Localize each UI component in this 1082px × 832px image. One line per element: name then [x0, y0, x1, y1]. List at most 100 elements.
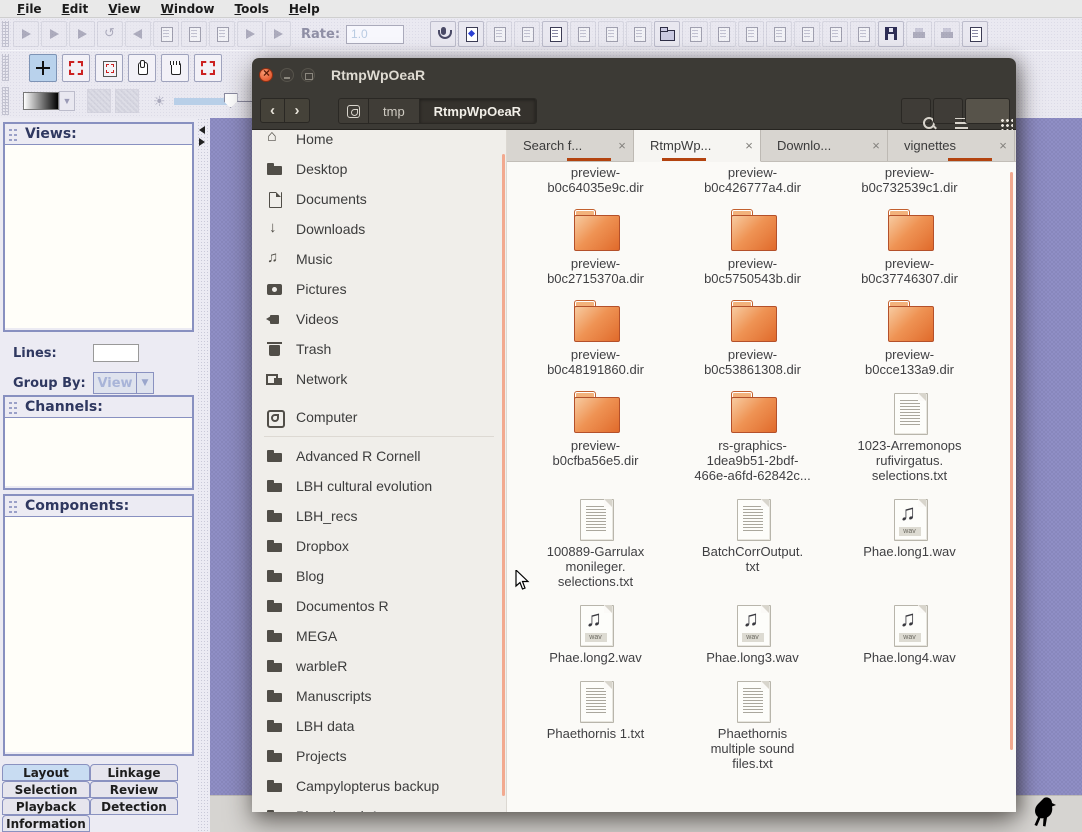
loop-play-button[interactable]: [97, 21, 123, 47]
minimize-window-button[interactable]: [280, 68, 294, 82]
file-item[interactable]: preview- b0c5750543b.dir: [678, 211, 828, 286]
menu-item[interactable]: Window: [152, 1, 224, 17]
rate-input[interactable]: [346, 25, 404, 44]
maximize-window-button[interactable]: [301, 68, 315, 82]
views-list[interactable]: [5, 144, 192, 328]
search-button[interactable]: [901, 98, 931, 124]
file-item[interactable]: preview- b0c2715370a.dir: [521, 211, 671, 286]
collapse-left-icon[interactable]: [199, 126, 205, 134]
file-item[interactable]: 100889-Garrulax monileger. selections.tx…: [521, 499, 671, 589]
panel-grip[interactable]: [9, 400, 19, 414]
file-item[interactable]: rs-graphics- 1dea9b51-2bdf- 466e-a6fd-62…: [678, 393, 828, 483]
doc-button[interactable]: [626, 21, 652, 47]
page-sound-button[interactable]: [153, 21, 179, 47]
colormap-swatch[interactable]: [23, 92, 59, 110]
paste-doc-button[interactable]: [542, 21, 568, 47]
clipboard-selection-tool-button[interactable]: [95, 54, 123, 82]
file-item[interactable]: Phaethornis multiple sound files.txt: [678, 681, 828, 771]
play-cursor-button[interactable]: [237, 21, 263, 47]
menu-item[interactable]: Tools: [225, 1, 277, 17]
menu-item[interactable]: Edit: [53, 1, 98, 17]
panel-tab[interactable]: Review: [90, 781, 178, 798]
sidebar-item[interactable]: Documents: [252, 184, 506, 214]
sidebar-item[interactable]: Phaethornis1: [252, 801, 506, 812]
file-item[interactable]: preview- b0c732539c1.dir: [835, 162, 985, 195]
file-item[interactable]: 1023-Arremonops rufivirgatus. selections…: [835, 393, 985, 483]
lines-input[interactable]: [93, 344, 139, 362]
doc-button[interactable]: [598, 21, 624, 47]
play-selection-button[interactable]: [69, 21, 95, 47]
file-item[interactable]: preview- b0c53861308.dir: [678, 302, 828, 377]
sidebar-item[interactable]: Blog: [252, 561, 506, 591]
list-view-button[interactable]: [933, 98, 963, 124]
breadcrumb-segment[interactable]: RtmpWpOeaR: [420, 99, 536, 123]
sidebar-item[interactable]: LBH cultural evolution: [252, 471, 506, 501]
chevron-down-icon[interactable]: ▼: [137, 372, 154, 394]
toolbar-grip[interactable]: [2, 21, 9, 47]
doc-button[interactable]: [570, 21, 596, 47]
file-item[interactable]: ♫wav Phae.long3.wav: [678, 605, 828, 665]
components-list[interactable]: [5, 516, 192, 752]
printer-button[interactable]: [906, 21, 932, 47]
file-item[interactable]: Phaethornis 1.txt: [521, 681, 671, 771]
menu-item[interactable]: Help: [280, 1, 329, 17]
sidebar-item[interactable]: Trash: [252, 334, 506, 364]
panel-tab[interactable]: Linkage: [90, 764, 178, 781]
page-sound-selection-button[interactable]: [209, 21, 235, 47]
sidebar-item[interactable]: Campylopterus backup: [252, 771, 506, 801]
sidebar-item[interactable]: MEGA: [252, 621, 506, 651]
sidebar-item[interactable]: Downloads: [252, 214, 506, 244]
selection-tool-button[interactable]: [62, 54, 90, 82]
window-titlebar[interactable]: RtmpWpOeaR: [252, 58, 1016, 92]
sidebar-item[interactable]: LBH_recs: [252, 501, 506, 531]
close-tab-icon[interactable]: ×: [738, 138, 760, 153]
panel-grip[interactable]: [9, 127, 19, 141]
group-by-select[interactable]: View ▼: [93, 372, 154, 394]
point-tool-button[interactable]: [128, 54, 156, 82]
selection-tool-2-button[interactable]: [194, 54, 222, 82]
file-item[interactable]: preview- b0cce133a9.dir: [835, 302, 985, 377]
play-window-button[interactable]: [41, 21, 67, 47]
save-floppy-button[interactable]: [878, 21, 904, 47]
sidebar-item[interactable]: Videos: [252, 304, 506, 334]
sidebar-scrollbar[interactable]: [502, 154, 505, 796]
doc-button[interactable]: [486, 21, 512, 47]
colormap-dropdown-icon[interactable]: ▼: [59, 91, 75, 111]
page-play-button[interactable]: [265, 21, 291, 47]
page-sound-window-button[interactable]: [181, 21, 207, 47]
doc-button[interactable]: [794, 21, 820, 47]
sidebar-item[interactable]: Manuscripts: [252, 681, 506, 711]
file-item[interactable]: preview- b0c37746307.dir: [835, 211, 985, 286]
menu-item[interactable]: File: [8, 1, 51, 17]
panel-tab[interactable]: Detection: [90, 798, 178, 815]
toolbar-grip[interactable]: [2, 54, 9, 80]
file-item[interactable]: ♫wav Phae.long1.wav: [835, 499, 985, 589]
back-button[interactable]: ‹: [260, 98, 285, 123]
sidebar-item[interactable]: Computer: [252, 402, 506, 432]
file-item[interactable]: ♫wav Phae.long2.wav: [521, 605, 671, 665]
sidebar-item[interactable]: Home: [252, 130, 506, 154]
panel-tab[interactable]: Layout: [2, 764, 90, 781]
panel-splitter[interactable]: [197, 118, 210, 832]
sidebar-item[interactable]: Desktop: [252, 154, 506, 184]
sidebar-item[interactable]: LBH data: [252, 711, 506, 741]
sidebar-item[interactable]: Documentos R: [252, 591, 506, 621]
sidebar-item[interactable]: Pictures: [252, 274, 506, 304]
sidebar-item[interactable]: Advanced R Cornell: [252, 441, 506, 471]
menu-item[interactable]: View: [99, 1, 149, 17]
record-mic-button[interactable]: [430, 21, 456, 47]
sidebar-item[interactable]: Network: [252, 364, 506, 394]
file-item[interactable]: preview- b0cfba56e5.dir: [521, 393, 671, 483]
files-tab[interactable]: Downlo... ×: [761, 130, 888, 161]
file-item[interactable]: BatchCorrOutput. txt: [678, 499, 828, 589]
doc-button[interactable]: [738, 21, 764, 47]
new-sound-window-button[interactable]: [458, 21, 484, 47]
sidebar-item[interactable]: Music: [252, 244, 506, 274]
doc-button[interactable]: [514, 21, 540, 47]
doc-button[interactable]: [710, 21, 736, 47]
doc-button[interactable]: [822, 21, 848, 47]
panel-tab[interactable]: Playback: [2, 798, 90, 815]
file-item[interactable]: preview- b0c64035e9c.dir: [521, 162, 671, 195]
drive-icon[interactable]: [339, 99, 369, 123]
sidebar-item[interactable]: Dropbox: [252, 531, 506, 561]
